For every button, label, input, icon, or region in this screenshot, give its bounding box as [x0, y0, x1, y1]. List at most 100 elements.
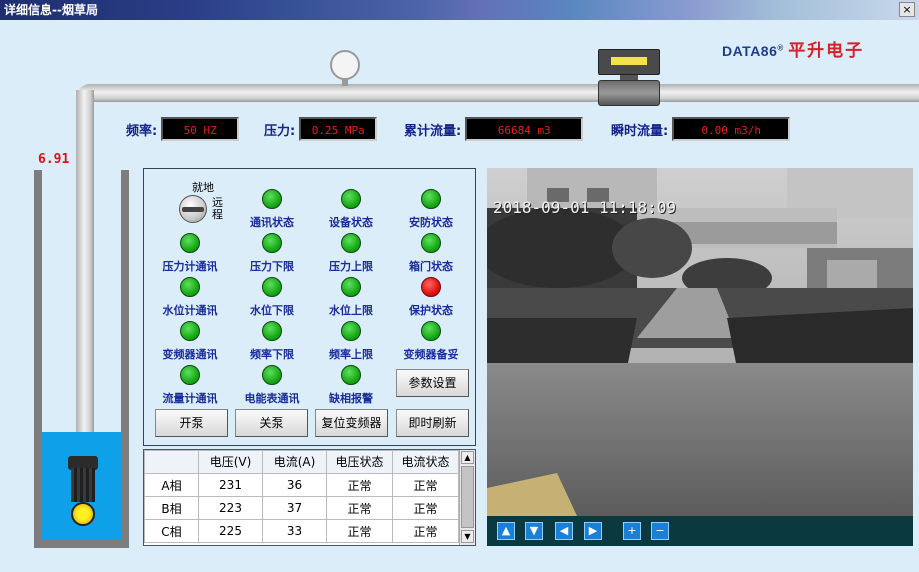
- table-cell: 正常: [326, 473, 393, 497]
- indicator-box-door: 箱门状态: [391, 233, 471, 274]
- table-cell: 正常: [392, 473, 459, 497]
- pan-left-button[interactable]: ◀: [555, 522, 573, 540]
- refresh-button[interactable]: 即时刷新: [396, 409, 469, 437]
- column-header-current: 电流(A): [262, 450, 327, 474]
- instant-flow-label: 瞬时流量:: [611, 123, 669, 139]
- led-icon: [341, 277, 361, 297]
- led-icon: [180, 321, 200, 341]
- total-flow-value: 66684 m3: [465, 117, 584, 141]
- led-icon: [262, 233, 282, 253]
- instant-flow-value: 0.00 m3/h: [672, 117, 791, 141]
- camera-image: [487, 168, 913, 516]
- indicator-comm-status: 通讯状态: [232, 189, 312, 230]
- indicator-inverter-ready: 变频器备妥: [391, 321, 471, 362]
- led-icon: [341, 365, 361, 385]
- frequency-readout: 频率: 50 HZ: [126, 116, 240, 142]
- indicator-frequency-high: 频率上限: [311, 321, 391, 362]
- table-header-row: 电压(V) 电流(A) 电压状态 电流状态: [144, 450, 459, 474]
- table-cell: 正常: [392, 496, 459, 520]
- table-scrollbar[interactable]: ▲ ▼: [459, 450, 475, 545]
- pan-down-button[interactable]: ▼: [525, 522, 543, 540]
- indicator-device-status: 设备状态: [311, 189, 391, 230]
- switch-label-local: 就地: [192, 181, 214, 194]
- well-wall-right: [121, 170, 129, 542]
- pan-up-button[interactable]: ▲: [497, 522, 515, 540]
- pressure-value: 0.25 MPa: [299, 117, 378, 141]
- table-cell: 36: [262, 473, 327, 497]
- indicator-phase-loss-alarm: 缺相报警: [311, 365, 391, 406]
- video-controls: ▲ ▼ ◀ ▶ + −: [487, 516, 913, 546]
- selector-knob-icon[interactable]: [179, 195, 207, 223]
- switch-label-remote: 远程: [212, 196, 223, 221]
- indicator-pressure-low: 压力下限: [232, 233, 312, 274]
- well-wall-left: [34, 170, 42, 542]
- zoom-in-button[interactable]: +: [623, 522, 641, 540]
- frequency-value: 50 HZ: [161, 117, 240, 141]
- total-flow-readout: 累计流量: 66684 m3: [404, 116, 584, 142]
- table-row[interactable]: B相 223 37 正常 正常: [144, 496, 459, 520]
- indicator-protection-status: 保护状态: [391, 277, 471, 318]
- pressure-label: 压力:: [264, 123, 296, 139]
- table-cell: 正常: [326, 519, 393, 543]
- phase-data-table: 电压(V) 电流(A) 电压状态 电流状态 A相 231 36 正常 正常 B相…: [144, 450, 459, 543]
- led-icon: [421, 189, 441, 209]
- indicator-pressure-high: 压力上限: [311, 233, 391, 274]
- camera-feed[interactable]: 2018-09-01 11:18:09: [487, 168, 913, 516]
- logo-registered: ®: [777, 43, 784, 53]
- table-cell: C相: [144, 519, 199, 543]
- status-panel: 就地 远程 通讯状态 设备状态 安防状态 压力计通讯 压力下限 压力上限 箱门状…: [143, 168, 476, 446]
- logo-brand: DATA86: [722, 43, 778, 59]
- pump-icon: [68, 456, 98, 532]
- table-cell: 33: [262, 519, 327, 543]
- reset-inverter-button[interactable]: 复位变频器: [315, 409, 388, 437]
- start-pump-button[interactable]: 开泵: [155, 409, 228, 437]
- scroll-up-arrow-icon[interactable]: ▲: [461, 451, 474, 464]
- column-header-voltage-status: 电压状态: [326, 450, 393, 474]
- table-cell: 231: [198, 473, 263, 497]
- indicator-security-status: 安防状态: [391, 189, 471, 230]
- company-logo: DATA86® 平升电子: [722, 36, 864, 61]
- table-cell: B相: [144, 496, 199, 520]
- led-icon: [421, 321, 441, 341]
- indicator-inverter-comm: 变频器通讯: [150, 321, 230, 362]
- video-timestamp: 2018-09-01 11:18:09: [493, 198, 677, 217]
- column-header-voltage: 电压(V): [198, 450, 263, 474]
- phase-table: 电压(V) 电流(A) 电压状态 电流状态 A相 231 36 正常 正常 B相…: [143, 449, 476, 546]
- indicator-frequency-low: 频率下限: [232, 321, 312, 362]
- led-icon: [262, 277, 282, 297]
- scroll-thumb[interactable]: [461, 466, 474, 528]
- table-row[interactable]: A相 231 36 正常 正常: [144, 473, 459, 497]
- led-icon: [180, 233, 200, 253]
- flowmeter-display: [611, 57, 647, 65]
- table-cell: 37: [262, 496, 327, 520]
- scroll-down-arrow-icon[interactable]: ▼: [461, 530, 474, 543]
- pump-status-light: [71, 502, 95, 526]
- indicator-flow-meter-comm: 流量计通讯: [150, 365, 230, 406]
- pressure-gauge-icon: [330, 50, 360, 80]
- flowmeter-body: [598, 80, 660, 106]
- pipe-horizontal: [76, 84, 919, 102]
- indicator-pressure-meter-comm: 压力计通讯: [150, 233, 230, 274]
- pan-right-button[interactable]: ▶: [584, 522, 602, 540]
- total-flow-label: 累计流量:: [404, 123, 462, 139]
- led-icon: [341, 233, 361, 253]
- well-bottom: [34, 540, 129, 548]
- pressure-readout: 压力: 0.25 MPa: [264, 116, 378, 142]
- logo-company: 平升电子: [788, 41, 865, 61]
- table-cell: 225: [198, 519, 263, 543]
- zoom-out-button[interactable]: −: [651, 522, 669, 540]
- column-header-current-status: 电流状态: [392, 450, 459, 474]
- led-icon: [262, 189, 282, 209]
- window-title: 详细信息--烟草局: [4, 3, 98, 17]
- led-icon: [180, 277, 200, 297]
- close-button[interactable]: ×: [899, 2, 915, 17]
- instant-flow-readout: 瞬时流量: 0.00 m3/h: [611, 116, 791, 142]
- table-row[interactable]: C相 225 33 正常 正常: [144, 519, 459, 543]
- table-cell: 正常: [392, 519, 459, 543]
- indicator-water-high: 水位上限: [311, 277, 391, 318]
- param-settings-button[interactable]: 参数设置: [396, 369, 469, 397]
- led-icon: [341, 189, 361, 209]
- frequency-label: 频率:: [126, 123, 158, 139]
- stop-pump-button[interactable]: 关泵: [235, 409, 308, 437]
- flowmeter-icon: [598, 49, 660, 75]
